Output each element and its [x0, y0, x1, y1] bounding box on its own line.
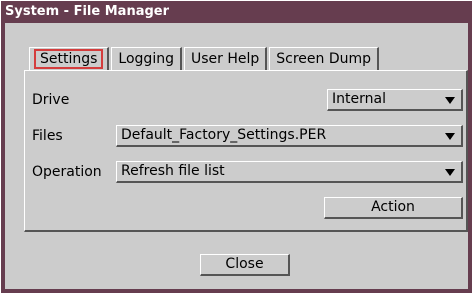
tab-settings[interactable]: Settings [29, 47, 110, 71]
tab-screen-dump-label: Screen Dump [276, 51, 372, 67]
tab-user-help-label: User Help [190, 51, 260, 67]
files-value: Default_Factory_Settings.PER [121, 127, 327, 143]
tab-logging-label: Logging [118, 51, 174, 67]
window-frame-left [1, 23, 5, 293]
tab-settings-label: Settings [33, 49, 104, 69]
tab-logging[interactable]: Logging [111, 47, 182, 71]
window-frame-bottom [1, 289, 472, 293]
tab-bar: Settings Logging User Help Screen Dump [29, 47, 381, 71]
chevron-down-icon [445, 97, 455, 104]
drive-dropdown[interactable]: Internal [327, 89, 463, 111]
files-label: Files [32, 128, 63, 144]
drive-value: Internal [332, 91, 386, 107]
window-frame-right [468, 23, 472, 293]
action-button[interactable]: Action [324, 197, 463, 219]
window-title: System - File Manager [1, 1, 472, 23]
operation-value: Refresh file list [121, 163, 225, 179]
chevron-down-icon [445, 133, 455, 140]
operation-label: Operation [32, 164, 102, 180]
files-dropdown[interactable]: Default_Factory_Settings.PER [116, 125, 463, 147]
tab-user-help[interactable]: User Help [183, 47, 268, 71]
operation-dropdown[interactable]: Refresh file list [116, 161, 463, 183]
chevron-down-icon [445, 169, 455, 176]
drive-label: Drive [32, 92, 70, 108]
tab-screen-dump[interactable]: Screen Dump [269, 47, 380, 71]
close-button[interactable]: Close [200, 254, 290, 276]
